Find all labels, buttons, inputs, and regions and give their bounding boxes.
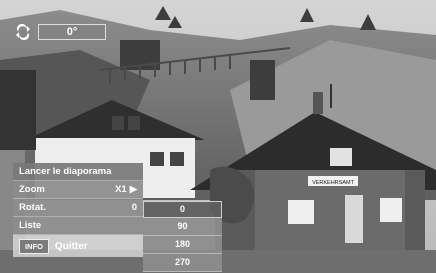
chevron-right-icon: ▶	[129, 184, 137, 195]
menu-item-value: X1	[115, 184, 127, 195]
menu-footer: INFO Quitter	[13, 235, 143, 257]
menu-item-start-slideshow[interactable]: Lancer le diaporama	[13, 163, 143, 181]
slideshow-screen: VERKEHRSAMT 0° Lancer le diaporama Zoom …	[0, 0, 436, 273]
rotation-option-0[interactable]: 0	[143, 201, 222, 218]
menu-item-zoom[interactable]: Zoom X1 ▶	[13, 181, 143, 199]
menu-item-list[interactable]: Liste	[13, 217, 143, 235]
rotation-option-180[interactable]: 180	[143, 236, 222, 254]
rotation-option-90[interactable]: 90	[143, 218, 222, 236]
rotation-options-list: 0 90 180 270	[143, 201, 222, 272]
menu-item-label: Liste	[19, 220, 42, 231]
sign-verkehrsamt: VERKEHRSAMT	[312, 180, 355, 186]
slideshow-menu: Lancer le diaporama Zoom X1 ▶ Rotat. 0 L…	[13, 163, 143, 257]
menu-item-label: Lancer le diaporama	[19, 166, 112, 177]
info-button[interactable]: INFO	[19, 238, 49, 254]
menu-item-value: 0	[131, 202, 137, 213]
rotation-option-270[interactable]: 270	[143, 254, 222, 272]
rotate-icon	[14, 24, 32, 40]
menu-item-rotation[interactable]: Rotat. 0	[13, 199, 143, 217]
menu-item-label: Rotat.	[19, 202, 46, 213]
quit-label: Quitter	[54, 240, 88, 252]
menu-item-label: Zoom	[19, 184, 45, 195]
rotation-indicator: 0°	[14, 24, 106, 40]
rotation-value: 0°	[38, 24, 106, 40]
